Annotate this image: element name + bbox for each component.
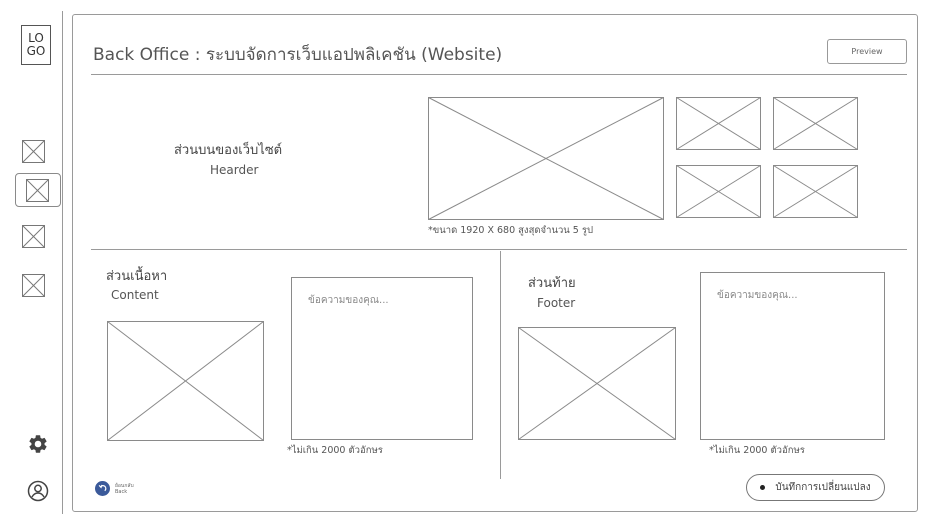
back-arrow-icon (95, 481, 110, 496)
sidebar-item-3[interactable] (22, 225, 45, 248)
header-main-image-placeholder[interactable] (428, 97, 664, 220)
content-text-placeholder: ข้อความของคุณ... (308, 295, 389, 306)
content-image-placeholder[interactable] (107, 321, 264, 441)
user-icon[interactable] (27, 480, 49, 502)
back-button[interactable]: ย้อนกลับ Back (95, 481, 134, 496)
footer-section-subtitle: Footer (537, 296, 576, 310)
content-text-note: *ไม่เกิน 2000 ตัวอักษร (287, 445, 383, 456)
header-thumb-image-placeholder[interactable] (676, 165, 761, 218)
bullet-icon (760, 485, 766, 490)
image-placeholder-icon (22, 140, 45, 163)
save-changes-label: บันทึกการเปลี่ยนแปลง (775, 482, 871, 493)
content-text-input[interactable]: ข้อความของคุณ... (291, 277, 473, 440)
section-divider (91, 249, 907, 250)
content-section-title: ส่วนเนื้อหา (106, 269, 168, 284)
sidebar-item-4[interactable] (22, 274, 45, 297)
back-label-th: ย้อนกลับ (115, 482, 134, 489)
sidebar: LO GO (9, 11, 63, 514)
image-placeholder-icon (22, 225, 45, 248)
header-thumb-image-placeholder[interactable] (773, 97, 858, 150)
main-panel: Back Office : ระบบจัดการเว็บแอปพลิเคชัน … (72, 14, 918, 512)
image-placeholder-icon (22, 274, 45, 297)
footer-section-title: ส่วนท้าย (528, 276, 576, 291)
image-placeholder-icon (26, 179, 49, 202)
save-changes-button[interactable]: บันทึกการเปลี่ยนแปลง (746, 474, 885, 501)
footer-text-placeholder: ข้อความของคุณ... (717, 290, 798, 301)
column-divider (500, 251, 501, 479)
sidebar-item-2[interactable] (15, 173, 61, 207)
header-divider (91, 74, 907, 75)
back-label: ย้อนกลับ Back (115, 483, 134, 495)
footer-text-note: *ไม่เกิน 2000 ตัวอักษร (709, 445, 805, 456)
header-image-note: *ขนาด 1920 X 680 สูงสุดจำนวน 5 รูป (428, 225, 593, 236)
footer-text-input[interactable]: ข้อความของคุณ... (700, 272, 885, 440)
header-thumb-image-placeholder[interactable] (773, 165, 858, 218)
header-thumb-image-placeholder[interactable] (676, 97, 761, 150)
preview-button[interactable]: Preview (827, 39, 907, 64)
footer-image-placeholder[interactable] (518, 327, 676, 440)
top-section-subtitle: Hearder (210, 163, 259, 177)
logo: LO GO (21, 25, 51, 65)
page-title: Back Office : ระบบจัดการเว็บแอปพลิเคชัน … (93, 45, 503, 65)
back-label-en: Back (115, 488, 128, 495)
top-section-title: ส่วนบนของเว็บไซต์ (174, 143, 283, 158)
gear-icon[interactable] (27, 433, 49, 455)
logo-line-2: GO (26, 44, 46, 58)
content-section-subtitle: Content (111, 288, 159, 302)
sidebar-item-1[interactable] (22, 140, 45, 163)
